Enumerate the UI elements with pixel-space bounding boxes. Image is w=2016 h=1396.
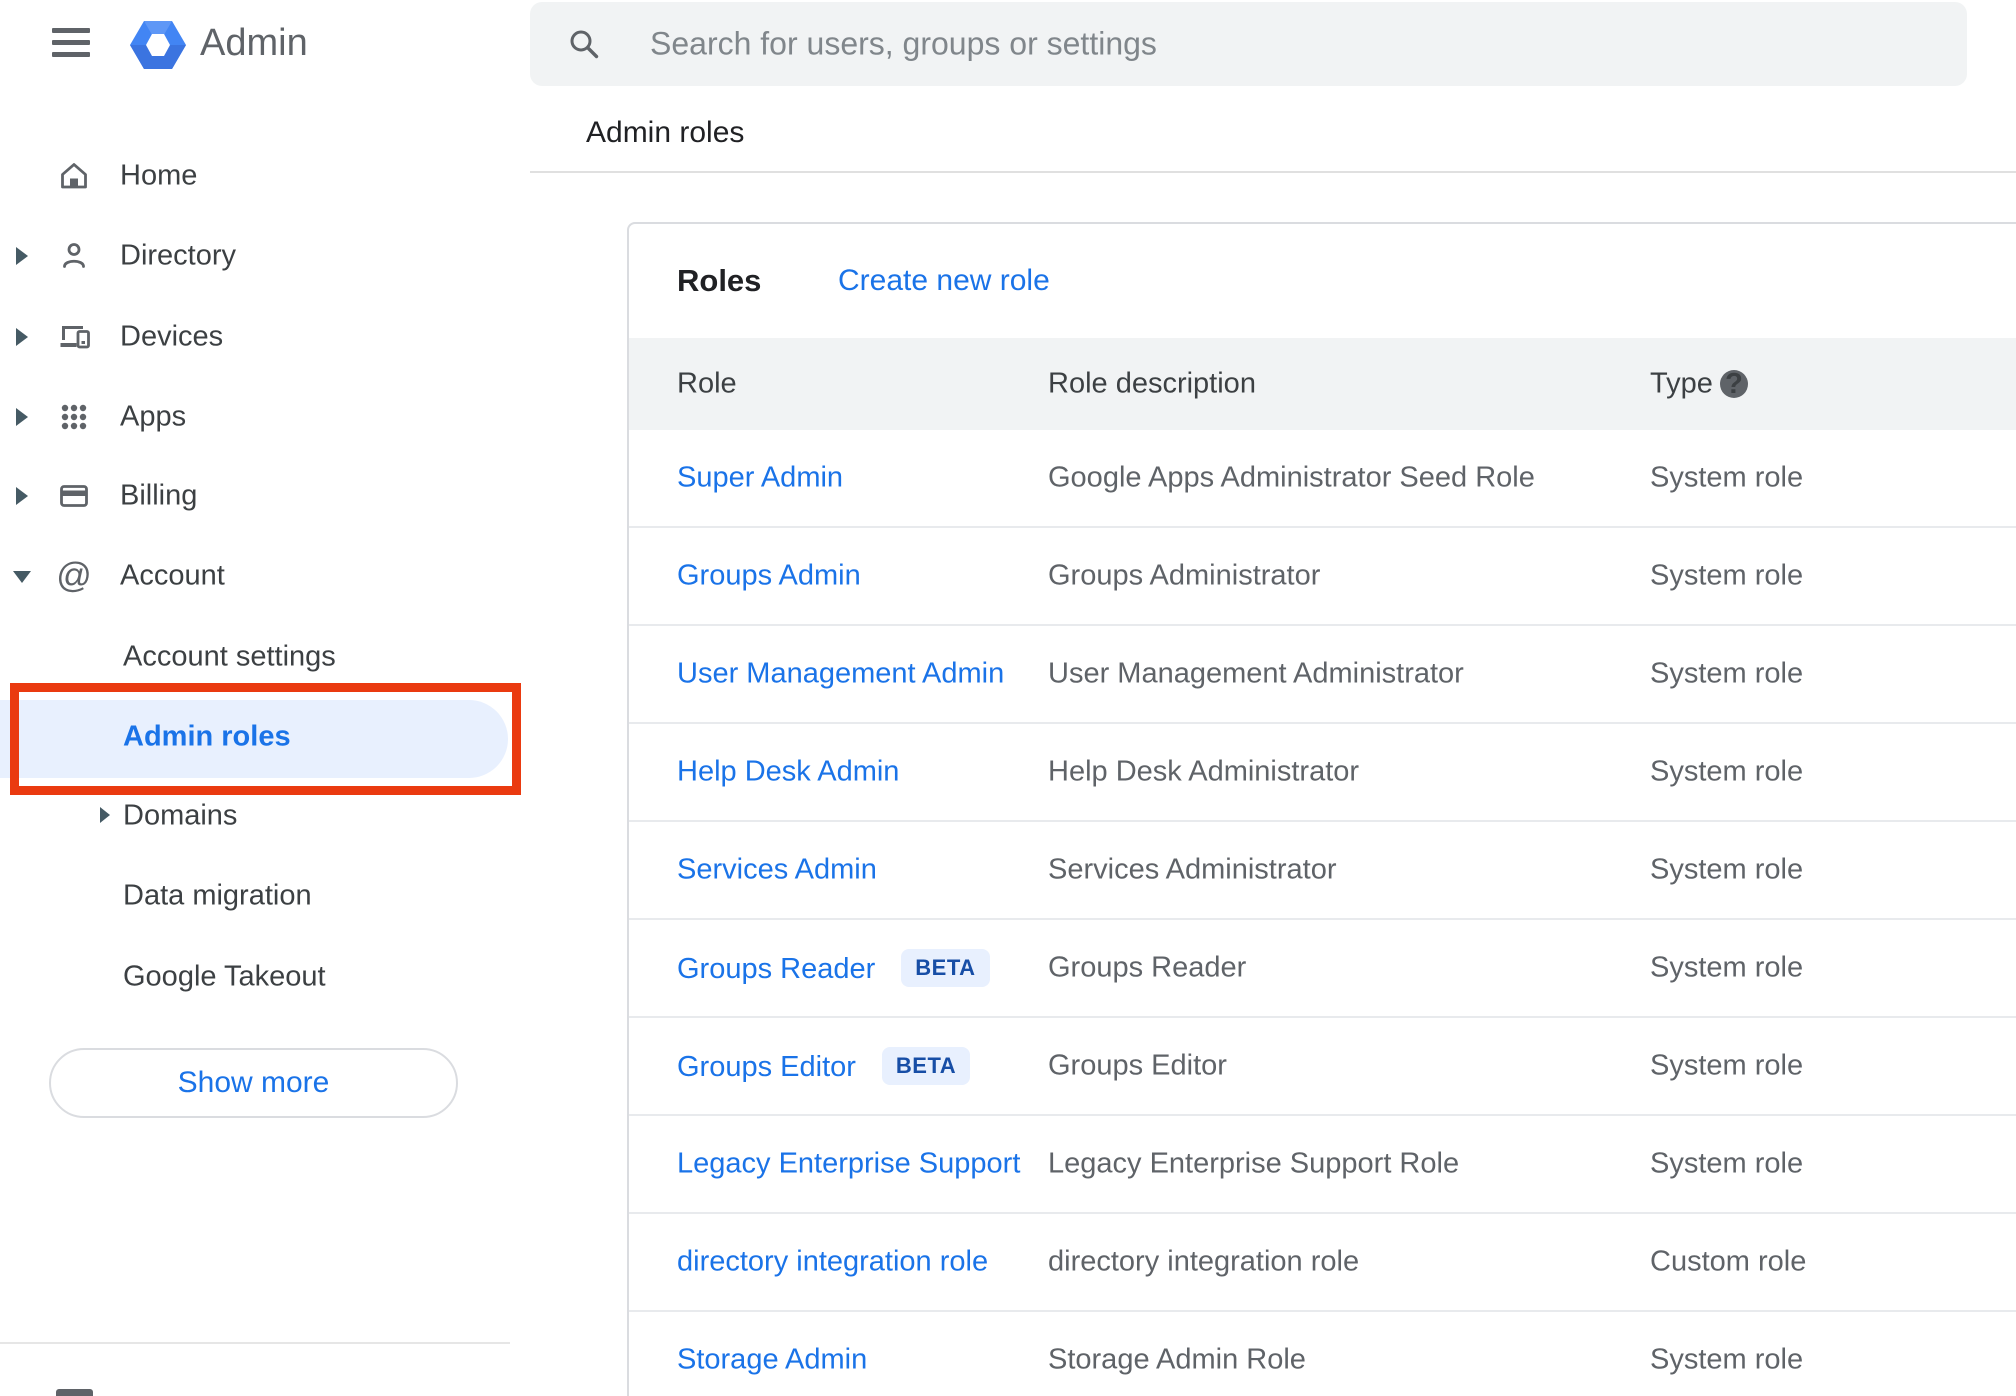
table-row: Help Desk Admin Help Desk Administrator …: [629, 724, 2016, 822]
admin-logo-icon: [130, 21, 186, 69]
table-row: Legacy Enterprise Support Legacy Enterpr…: [629, 1116, 2016, 1214]
chevron-right-icon[interactable]: [16, 247, 28, 265]
annotation-highlight-box: [10, 683, 521, 795]
role-type: System role: [1650, 1147, 1804, 1180]
role-link[interactable]: Help Desk Admin: [677, 756, 899, 788]
sidebar-item-label: Billing: [120, 479, 198, 512]
sidebar-item-domains[interactable]: Domains: [0, 786, 530, 846]
sidebar-item-google-takeout[interactable]: Google Takeout: [0, 947, 530, 1007]
create-new-role-link[interactable]: Create new role: [838, 264, 1050, 298]
credit-card-icon: [56, 478, 92, 514]
sidebar-item-account-settings[interactable]: Account settings: [0, 627, 530, 687]
role-link[interactable]: Groups Admin: [677, 560, 861, 592]
role-type: System role: [1650, 1343, 1804, 1376]
sidebar-item-billing[interactable]: Billing: [0, 466, 530, 526]
role-type: System role: [1650, 657, 1804, 690]
show-more-button[interactable]: Show more: [49, 1048, 458, 1118]
sidebar-item-label: Directory: [120, 239, 237, 272]
table-row: Super Admin Google Apps Administrator Se…: [629, 430, 2016, 528]
chevron-down-icon[interactable]: [13, 571, 31, 583]
sidebar-item-label: Account settings: [123, 640, 336, 673]
role-type: System role: [1650, 951, 1804, 984]
role-type: System role: [1650, 1049, 1804, 1082]
column-header-type: Type: [1650, 367, 1713, 400]
role-type: System role: [1650, 461, 1804, 494]
table-header-row: Role Role description Type ?: [629, 338, 2016, 430]
table-row: Groups Reader BETA Groups Reader System r…: [629, 920, 2016, 1018]
sidebar-item-label: Devices: [120, 320, 224, 353]
sidebar-item-label: Data migration: [123, 879, 312, 912]
table-row: Storage Admin Storage Admin Role System …: [629, 1312, 2016, 1396]
role-link[interactable]: Super Admin: [677, 462, 843, 494]
sidebar-item-label: Domains: [123, 799, 238, 832]
role-link[interactable]: Groups Editor: [677, 1051, 856, 1083]
sidebar: Admin Home Directory Devices Apps Billin…: [0, 0, 530, 1396]
person-icon: [56, 238, 92, 274]
sidebar-item-home[interactable]: Home: [0, 146, 530, 206]
chevron-right-icon[interactable]: [16, 487, 28, 505]
clipped-sidebar-icon: [56, 1389, 93, 1396]
chevron-right-icon[interactable]: [16, 408, 28, 426]
table-row: Groups Editor BETA Groups Editor System r…: [629, 1018, 2016, 1116]
role-type: System role: [1650, 755, 1804, 788]
search-placeholder: Search for users, groups or settings: [650, 25, 1157, 62]
header-divider: [530, 171, 2016, 173]
sidebar-item-directory[interactable]: Directory: [0, 226, 530, 286]
role-link[interactable]: User Management Admin: [677, 658, 1004, 690]
devices-icon: [56, 319, 92, 355]
role-description: Groups Reader: [1048, 951, 1247, 984]
sidebar-item-data-migration[interactable]: Data migration: [0, 866, 530, 926]
sidebar-item-label: Apps: [120, 400, 187, 433]
role-description: User Management Administrator: [1048, 657, 1464, 690]
column-header-description: Role description: [1048, 367, 1256, 400]
role-type: Custom role: [1650, 1245, 1807, 1278]
role-link[interactable]: Groups Reader: [677, 953, 875, 985]
chevron-right-icon[interactable]: [100, 807, 110, 823]
roles-card-header: Roles Create new role: [629, 224, 2016, 338]
table-row: Services Admin Services Administrator Sy…: [629, 822, 2016, 920]
role-type: System role: [1650, 853, 1804, 886]
roles-card: Roles Create new role Role Role descript…: [627, 222, 2016, 1396]
home-icon: [56, 158, 92, 194]
card-title: Roles: [677, 263, 762, 298]
role-description: Groups Editor: [1048, 1049, 1227, 1082]
sidebar-item-label: Account: [120, 559, 225, 592]
app-title: Admin: [200, 22, 308, 64]
search-input[interactable]: Search for users, groups or settings: [530, 2, 1967, 86]
role-link[interactable]: directory integration role: [677, 1246, 988, 1278]
beta-badge: BETA: [881, 1047, 971, 1085]
role-description: Legacy Enterprise Support Role: [1048, 1147, 1460, 1180]
role-link[interactable]: Legacy Enterprise Support: [677, 1148, 1020, 1180]
role-description: directory integration role: [1048, 1245, 1360, 1278]
table-row: Groups Admin Groups Administrator System…: [629, 528, 2016, 626]
menu-icon[interactable]: [52, 28, 90, 57]
column-header-role: Role: [677, 367, 737, 400]
role-description: Groups Administrator: [1048, 559, 1321, 592]
beta-badge: BETA: [901, 949, 990, 987]
sidebar-item-label: Google Takeout: [123, 960, 326, 993]
role-type: System role: [1650, 559, 1804, 592]
role-link[interactable]: Storage Admin: [677, 1344, 867, 1376]
search-icon: [570, 30, 599, 59]
sidebar-item-apps[interactable]: Apps: [0, 387, 530, 447]
role-description: Services Administrator: [1048, 853, 1337, 886]
sidebar-item-label: Home: [120, 159, 198, 192]
role-link[interactable]: Services Admin: [677, 854, 877, 886]
chevron-right-icon[interactable]: [16, 328, 28, 346]
role-description: Storage Admin Role: [1048, 1343, 1306, 1376]
role-description: Help Desk Administrator: [1048, 755, 1360, 788]
at-sign-icon: @: [56, 556, 92, 595]
breadcrumb: Admin roles: [586, 116, 745, 149]
sidebar-item-devices[interactable]: Devices: [0, 307, 530, 367]
apps-grid-icon: [56, 399, 92, 435]
help-icon[interactable]: ?: [1720, 370, 1748, 399]
sidebar-divider: [0, 1342, 510, 1344]
table-row: directory integration role directory int…: [629, 1214, 2016, 1312]
table-row: User Management Admin User Management Ad…: [629, 626, 2016, 724]
role-description: Google Apps Administrator Seed Role: [1048, 461, 1535, 494]
sidebar-item-account[interactable]: @ Account: [0, 546, 530, 606]
